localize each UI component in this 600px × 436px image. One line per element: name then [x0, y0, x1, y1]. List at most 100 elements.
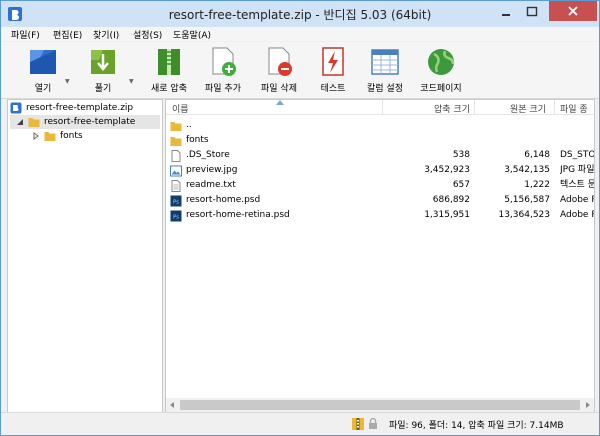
tree-item-folder[interactable]: resort-free-template	[10, 115, 160, 129]
file-type: 텍스트 문	[560, 180, 594, 190]
list-item[interactable]: ..	[166, 118, 594, 133]
file-type: Adobe P	[560, 210, 594, 220]
packed-size: 686,892	[432, 195, 470, 205]
packed-size: 3,452,923	[424, 165, 470, 175]
list-item[interactable]: readme.txt 657 1,222 텍스트 문	[166, 178, 594, 193]
test-icon	[322, 47, 344, 76]
list-item[interactable]: Ps resort-home.psd 686,892 5,156,587 Ado…	[166, 193, 594, 208]
list-item[interactable]: Ps resort-home-retina.psd 1,315,951 13,3…	[166, 208, 594, 223]
folder-icon	[44, 132, 56, 141]
file-type: DS_STO	[560, 150, 594, 160]
horizontal-scrollbar[interactable]	[166, 398, 594, 412]
close-button[interactable]	[549, 1, 597, 21]
menu-help[interactable]: 도움말(A)	[173, 28, 211, 41]
add-file-button[interactable]: 파일 추가	[193, 46, 253, 94]
file-type: JPG 파일	[560, 165, 594, 175]
column-separator[interactable]	[554, 100, 555, 114]
codepage-label: 코드페이지	[420, 84, 462, 94]
collapsed-arrow-icon[interactable]	[32, 132, 40, 140]
menu-bar: 파일(F) 편집(E) 찾기(I) 설정(S) 도움말(A)	[1, 27, 599, 41]
new-archive-icon	[158, 49, 180, 75]
scrollbar-thumb[interactable]	[180, 400, 580, 410]
tree-folder-label: resort-free-template	[44, 117, 136, 127]
open-archive-icon	[30, 50, 56, 74]
open-dropdown-arrow-icon[interactable]: ▼	[65, 78, 70, 85]
svg-text:Ps: Ps	[173, 215, 179, 221]
test-button[interactable]: 테스트	[303, 46, 363, 94]
column-settings-icon	[371, 49, 399, 75]
file-name: .DS_Store	[186, 150, 230, 160]
sort-ascending-icon	[276, 100, 284, 105]
minimize-button[interactable]	[493, 1, 519, 21]
file-type: Adobe P	[560, 195, 594, 205]
window-title: resort-free-template.zip - 반디집 5.03 (64b…	[168, 8, 432, 22]
extract-dropdown-arrow-icon[interactable]: ▼	[129, 78, 134, 85]
bandizip-app-icon	[8, 7, 22, 21]
menu-file[interactable]: 파일(F)	[11, 28, 40, 41]
tree-fonts-label: fonts	[60, 131, 83, 141]
original-size: 1,222	[524, 180, 550, 190]
packed-size: 1,315,951	[424, 210, 470, 220]
app-window: resort-free-template.zip - 반디집 5.03 (64b…	[0, 0, 600, 436]
column-name[interactable]: 이름	[172, 102, 189, 115]
menu-find[interactable]: 찾기(I)	[93, 28, 119, 41]
file-name: fonts	[186, 135, 209, 145]
file-name: resort-home.psd	[186, 195, 261, 205]
globe-icon	[428, 49, 455, 75]
original-size: 3,542,135	[504, 165, 550, 175]
delete-file-icon	[268, 47, 292, 76]
zip-archive-icon	[10, 102, 22, 114]
column-packed-size[interactable]: 압축 크기	[434, 102, 470, 115]
status-bar: 파일: 96, 폴더: 14, 압축 파일 크기: 7.14MB	[1, 412, 599, 435]
image-file-icon	[170, 165, 182, 177]
scroll-right-arrow-icon[interactable]	[586, 402, 590, 408]
lock-icon	[369, 418, 377, 429]
column-separator[interactable]	[474, 100, 475, 114]
maximize-button[interactable]	[519, 1, 545, 21]
packed-size: 657	[452, 180, 470, 190]
open-button[interactable]: 열기	[13, 46, 73, 94]
list-item[interactable]: fonts	[166, 133, 594, 148]
menu-edit[interactable]: 편집(E)	[53, 28, 82, 41]
new-archive-button[interactable]: 새로 압축	[139, 46, 199, 94]
tree-item-fonts[interactable]: fonts	[10, 129, 160, 143]
status-text: 파일: 96, 폴더: 14, 압축 파일 크기: 7.14MB	[389, 421, 564, 431]
list-header: 이름 압축 크기 원본 크기 파일 종	[166, 100, 594, 115]
minimize-icon	[502, 14, 510, 16]
delete-file-button[interactable]: 파일 삭제	[249, 46, 309, 94]
tree-archive-label: resort-free-template.zip	[26, 103, 134, 113]
open-label: 열기	[34, 84, 52, 94]
column-separator[interactable]	[382, 100, 383, 114]
extract-icon	[91, 50, 115, 74]
original-size: 13,364,523	[498, 210, 550, 220]
folder-icon	[170, 137, 182, 146]
delete-file-label: 파일 삭제	[261, 84, 297, 94]
text-file-icon	[171, 180, 181, 192]
file-name: preview.jpg	[186, 165, 238, 175]
folder-icon	[28, 118, 40, 127]
column-original-size[interactable]: 원본 크기	[510, 102, 546, 115]
folder-up-icon	[170, 122, 182, 131]
file-name: readme.txt	[186, 180, 236, 190]
maximize-icon	[526, 6, 538, 17]
horizontal-scrollbar-track	[170, 400, 590, 410]
menu-settings[interactable]: 설정(S)	[133, 28, 162, 41]
list-item[interactable]: .DS_Store 538 6,148 DS_STO	[166, 148, 594, 163]
expanded-arrow-icon[interactable]	[16, 118, 24, 126]
codepage-button[interactable]: 코드페이지	[411, 46, 471, 94]
archive-status-icon	[352, 418, 364, 430]
list-item[interactable]: preview.jpg 3,452,923 3,542,135 JPG 파일	[166, 163, 594, 178]
toolbar: 열기 ▼ 풀기 ▼ 새로 압축 파일 추가 파일 삭제 테스트 칼럼 설정 코드…	[1, 42, 599, 99]
column-file-type[interactable]: 파일 종	[560, 102, 588, 115]
column-settings-label: 칼럼 설정	[367, 84, 403, 94]
file-name: ..	[186, 120, 192, 130]
tree-item-archive[interactable]: resort-free-template.zip	[10, 101, 160, 115]
column-settings-button[interactable]: 칼럼 설정	[355, 46, 415, 94]
psd-file-icon: Ps	[170, 210, 182, 222]
file-name: resort-home-retina.psd	[186, 210, 290, 220]
title-bar: resort-free-template.zip - 반디집 5.03 (64b…	[1, 1, 599, 27]
extract-button[interactable]: 풀기	[73, 46, 133, 94]
original-size: 5,156,587	[504, 195, 550, 205]
scroll-left-arrow-icon[interactable]	[170, 402, 174, 408]
svg-text:Ps: Ps	[173, 200, 179, 206]
